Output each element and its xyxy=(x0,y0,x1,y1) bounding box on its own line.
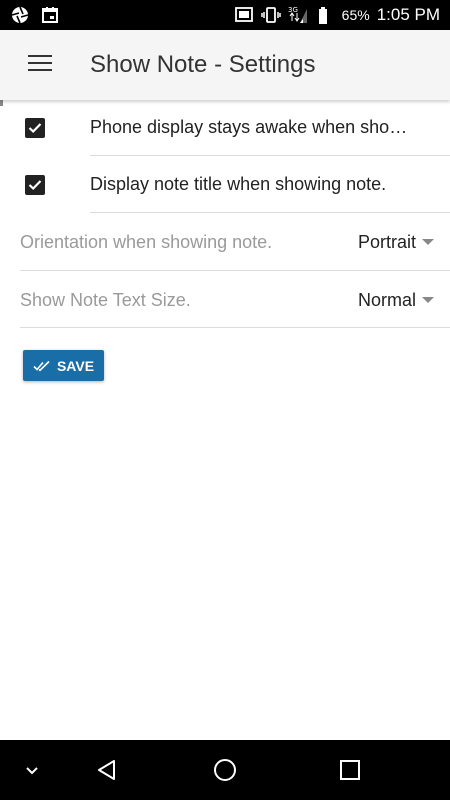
navigation-bar xyxy=(0,740,450,800)
dropdown-arrow-icon[interactable] xyxy=(422,297,434,303)
battery-icon xyxy=(315,5,335,25)
save-button-label: SAVE xyxy=(56,357,95,374)
checkmark-icon xyxy=(28,179,42,190)
divider xyxy=(20,327,450,328)
orientation-label: Orientation when showing note. xyxy=(20,232,273,252)
cast-icon xyxy=(234,5,254,25)
recents-icon[interactable] xyxy=(338,758,362,782)
hamburger-menu-icon xyxy=(28,54,52,77)
keep-awake-label: Phone display stays awake when showing n… xyxy=(90,117,420,137)
status-bar: 3G 65% 1:05 PM xyxy=(0,0,450,30)
setting-text-size[interactable]: Show Note Text Size. Normal xyxy=(0,271,450,328)
vibrate-icon xyxy=(260,5,281,25)
battery-percent: 65% xyxy=(341,7,370,23)
chevron-down-icon[interactable] xyxy=(20,758,44,782)
app-bar: Show Note - Settings xyxy=(0,30,450,100)
back-icon[interactable] xyxy=(95,758,119,782)
checkmark-icon xyxy=(28,122,42,133)
setting-display-title[interactable]: Display note title when showing note. xyxy=(0,156,450,213)
display-title-checkbox[interactable] xyxy=(25,174,45,195)
home-icon[interactable] xyxy=(213,758,237,782)
network-type-text: 3G xyxy=(288,6,298,14)
save-button[interactable]: SAVE xyxy=(23,350,104,381)
calendar-icon xyxy=(40,5,60,25)
dropdown-arrow-icon[interactable] xyxy=(422,239,434,245)
display-title-label: Display note title when showing note. xyxy=(90,174,387,194)
text-size-dropdown[interactable]: Normal xyxy=(358,290,416,311)
clock: 1:05 PM xyxy=(376,5,440,24)
setting-orientation[interactable]: Orientation when showing note. Portrait xyxy=(0,213,450,270)
signal-icon: 3G xyxy=(288,5,308,25)
menu-button[interactable] xyxy=(0,30,80,100)
double-check-icon xyxy=(33,360,50,371)
shutter-icon xyxy=(10,5,30,25)
page-title: Show Note - Settings xyxy=(90,51,316,78)
text-size-label: Show Note Text Size. xyxy=(20,290,191,310)
keep-awake-checkbox[interactable] xyxy=(25,117,45,138)
orientation-dropdown[interactable]: Portrait xyxy=(358,232,416,253)
setting-keep-awake[interactable]: Phone display stays awake when showing n… xyxy=(0,99,450,156)
